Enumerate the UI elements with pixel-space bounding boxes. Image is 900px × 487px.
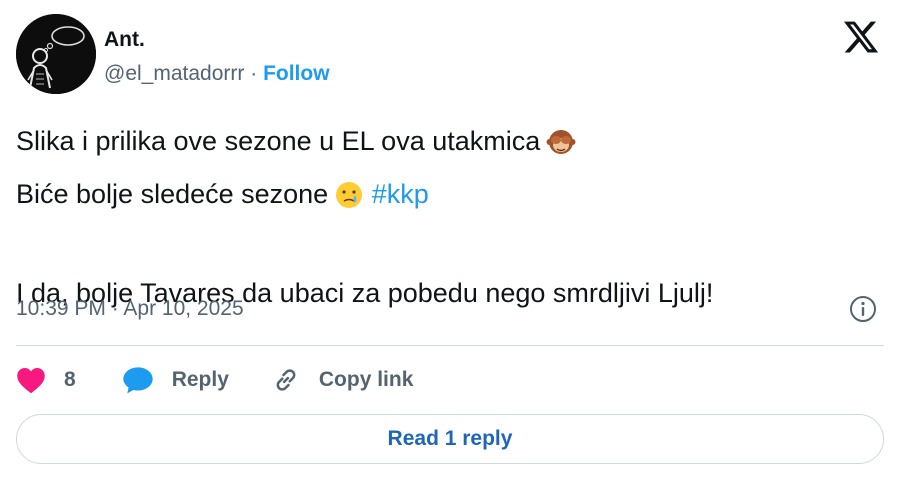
avatar-figure-icon xyxy=(16,14,96,94)
info-icon[interactable] xyxy=(848,294,878,324)
tweet-card: Ant. @el_matadorrr · Follow Slika i pril… xyxy=(0,0,900,487)
copy-link-label: Copy link xyxy=(318,368,414,391)
author-name[interactable]: Ant. xyxy=(104,28,145,52)
action-bar: 8 Reply Copy link xyxy=(16,362,413,398)
tweet-line-2: Biće bolje sledeće sezone #kkp xyxy=(16,171,886,224)
see-no-evil-monkey-icon xyxy=(546,125,576,171)
tweet-line-1: Slika i prilika ove sezone u EL ova utak… xyxy=(16,118,886,171)
hashtag-link[interactable]: #kkp xyxy=(372,179,429,209)
author-handle[interactable]: @el_matadorrr xyxy=(104,62,244,85)
read-replies-button[interactable]: Read 1 reply xyxy=(16,414,884,464)
handle-separator: · xyxy=(250,62,258,85)
crying-face-icon xyxy=(334,178,364,224)
like-button[interactable]: 8 xyxy=(16,366,76,394)
link-icon xyxy=(276,369,296,391)
speech-bubble-icon xyxy=(123,367,153,394)
tweet-line-1-text: Slika i prilika ove sezone u EL ova utak… xyxy=(16,126,541,156)
follow-button[interactable]: Follow xyxy=(263,62,330,85)
like-count: 8 xyxy=(64,368,76,391)
x-logo-icon[interactable] xyxy=(842,18,880,56)
avatar[interactable] xyxy=(16,14,96,94)
author-handle-row: @el_matadorrr · Follow xyxy=(104,62,330,86)
tweet-timestamp[interactable]: 10:39 PM · Apr 10, 2025 xyxy=(16,297,244,321)
heart-icon xyxy=(17,368,45,394)
divider xyxy=(16,345,884,346)
reply-button[interactable]: Reply xyxy=(122,365,229,395)
reply-label: Reply xyxy=(171,368,229,391)
tweet-line-2-text: Biće bolje sledeće sezone xyxy=(16,179,329,209)
tweet-text: Slika i prilika ove sezone u EL ova utak… xyxy=(16,118,886,316)
copy-link-button[interactable]: Copy link xyxy=(271,365,414,395)
